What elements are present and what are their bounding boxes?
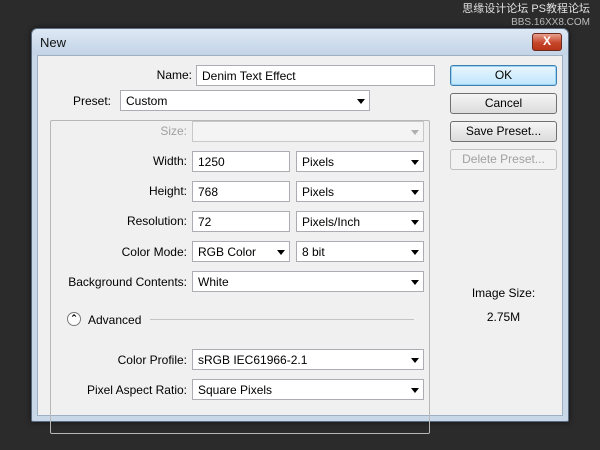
- dialog-body: Name: Denim Text Effect Preset: Custom S…: [37, 55, 563, 434]
- pixel-aspect-ratio-value: Square Pixels: [198, 383, 273, 397]
- save-preset-button[interactable]: Save Preset...: [450, 121, 557, 142]
- width-unit-select[interactable]: Pixels: [296, 151, 424, 172]
- ok-button[interactable]: OK: [450, 65, 557, 86]
- background-contents-select[interactable]: White: [192, 271, 424, 292]
- chevron-down-icon: [411, 160, 419, 165]
- pixel-aspect-ratio-label: Pixel Aspect Ratio:: [86, 383, 187, 397]
- size-label: Size:: [160, 124, 187, 138]
- background-contents-value: White: [198, 275, 229, 289]
- width-input[interactable]: 1250: [192, 151, 290, 172]
- preset-label: Preset:: [68, 94, 114, 108]
- watermark-line-1: 思缘设计论坛 PS教程论坛: [462, 3, 590, 15]
- chevron-down-icon: [411, 250, 419, 255]
- size-select: [192, 121, 424, 142]
- preset-value: Custom: [126, 94, 168, 108]
- new-document-dialog: New X Name: Denim Text Effect Preset: Cu…: [31, 28, 569, 434]
- chevron-down-icon: [411, 280, 419, 285]
- resolution-input[interactable]: 72: [192, 211, 290, 232]
- chevron-down-icon: [411, 358, 419, 363]
- height-input[interactable]: 768: [192, 181, 290, 202]
- height-label: Height:: [148, 184, 187, 198]
- color-mode-value: RGB Color: [198, 245, 257, 259]
- background-contents-label: Background Contents:: [68, 275, 187, 289]
- width-label: Width:: [152, 154, 187, 168]
- color-profile-label: Color Profile:: [117, 353, 187, 367]
- dialog-title: New: [40, 35, 67, 50]
- image-size-value: 2.75M: [486, 310, 521, 324]
- width-unit-value: Pixels: [302, 155, 335, 169]
- color-profile-value: sRGB IEC61966-2.1: [198, 353, 308, 367]
- name-input[interactable]: Denim Text Effect: [196, 65, 435, 86]
- color-mode-select[interactable]: RGB Color: [192, 241, 290, 262]
- watermark: 思缘设计论坛 PS教程论坛 BBS.16XX8.COM: [462, 3, 590, 29]
- title-bar[interactable]: New X: [32, 29, 568, 55]
- close-button[interactable]: X: [532, 33, 562, 51]
- chevron-down-icon: [357, 99, 365, 104]
- chevron-down-icon: [277, 250, 285, 255]
- color-profile-select[interactable]: sRGB IEC61966-2.1: [192, 349, 424, 370]
- delete-preset-button: Delete Preset...: [450, 149, 557, 170]
- resolution-label: Resolution:: [126, 214, 187, 228]
- resolution-unit-select[interactable]: Pixels/Inch: [296, 211, 424, 232]
- collapse-icon[interactable]: ⌃: [67, 312, 81, 326]
- chevron-down-icon: [411, 130, 419, 135]
- preset-select[interactable]: Custom: [120, 90, 370, 111]
- bit-depth-value: 8 bit: [302, 245, 325, 259]
- resolution-unit-value: Pixels/Inch: [302, 215, 361, 229]
- height-unit-value: Pixels: [302, 185, 335, 199]
- advanced-separator: [150, 319, 414, 320]
- name-label: Name:: [156, 68, 192, 82]
- close-icon: X: [542, 34, 551, 48]
- cancel-button[interactable]: Cancel: [450, 93, 557, 114]
- chevron-down-icon: [411, 388, 419, 393]
- chevron-down-icon: [411, 190, 419, 195]
- color-mode-label: Color Mode:: [121, 245, 187, 259]
- height-unit-select[interactable]: Pixels: [296, 181, 424, 202]
- chevron-down-icon: [411, 220, 419, 225]
- advanced-label[interactable]: Advanced: [88, 313, 141, 327]
- image-size-label: Image Size:: [471, 286, 536, 300]
- pixel-aspect-ratio-select[interactable]: Square Pixels: [192, 379, 424, 400]
- bit-depth-select[interactable]: 8 bit: [296, 241, 424, 262]
